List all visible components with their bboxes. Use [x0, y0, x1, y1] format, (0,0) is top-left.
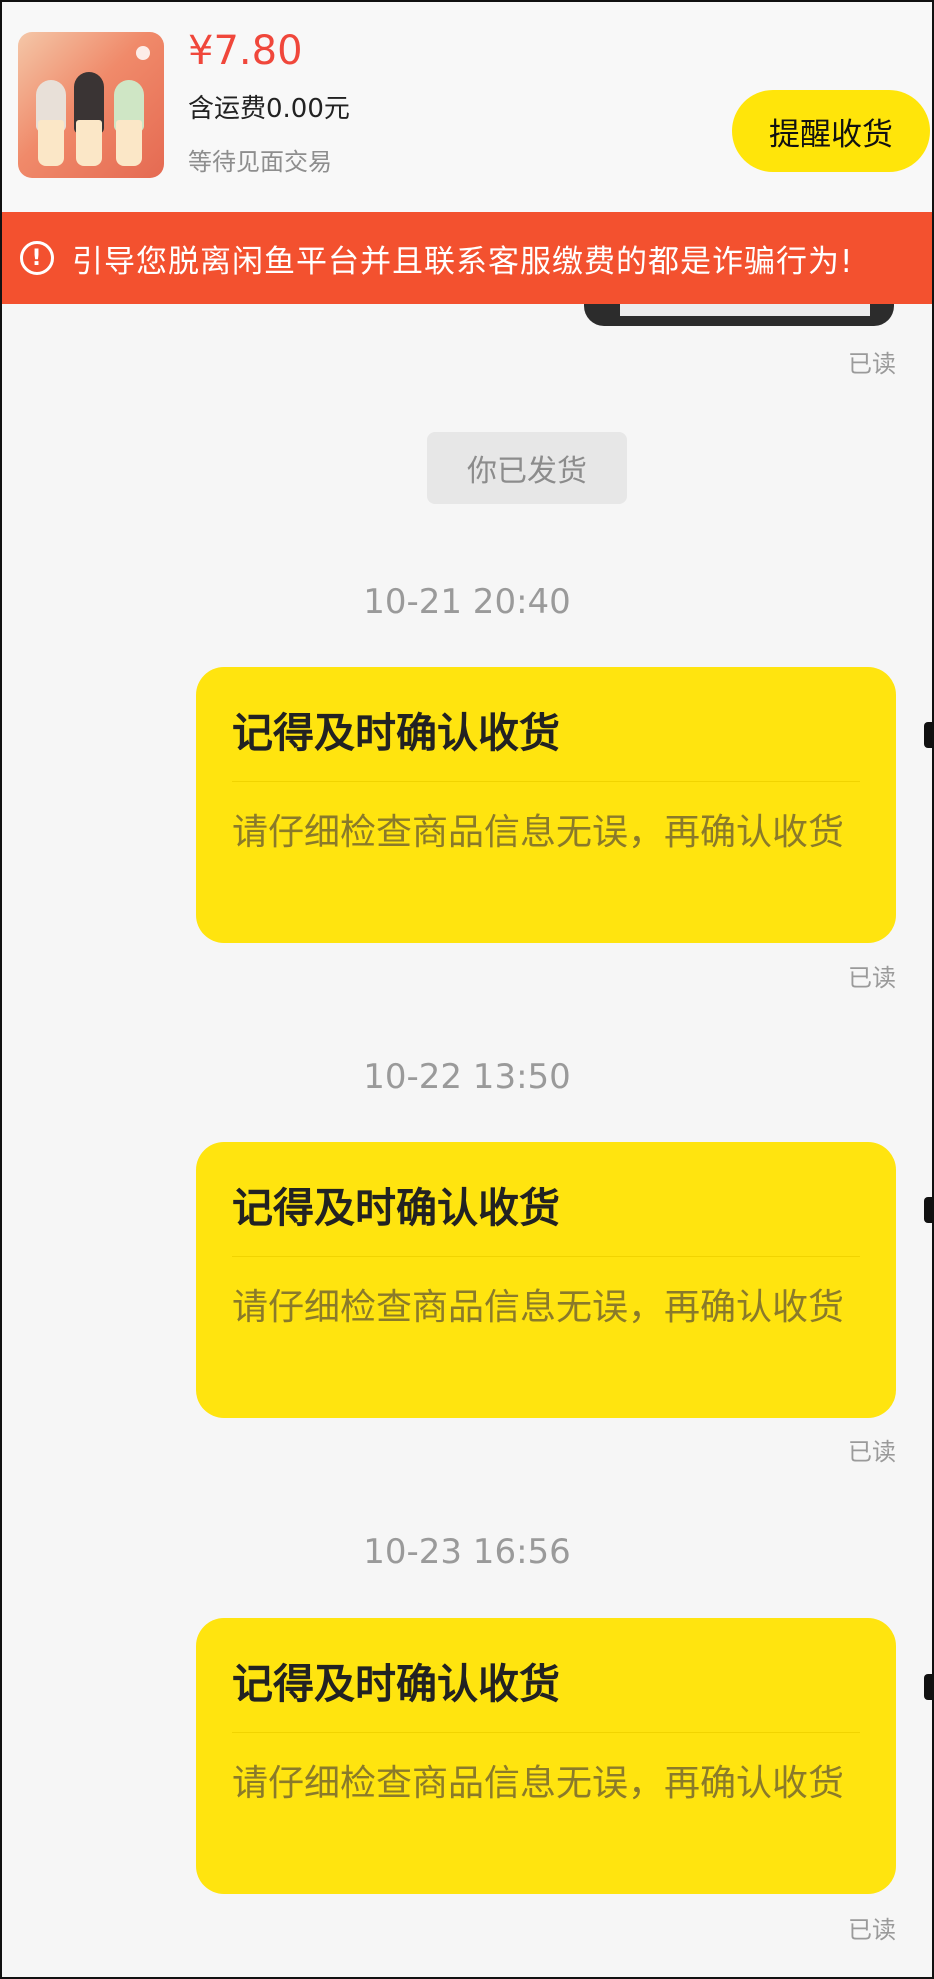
- shipping-fee: 含运费0.00元: [188, 94, 350, 124]
- avatar-edge: [924, 722, 932, 748]
- message-timestamp: 10-23 16:56: [363, 1532, 571, 1572]
- warning-text: 引导您脱离闲鱼平台并且联系客服缴费的都是诈骗行为!: [72, 243, 854, 280]
- message-timestamp: 10-22 13:50: [363, 1057, 571, 1097]
- order-card[interactable]: ¥7.80 含运费0.00元 等待见面交易 提醒收货: [2, 2, 932, 212]
- message-timestamp: 10-21 20:40: [363, 582, 571, 622]
- previous-image-message[interactable]: [584, 304, 894, 326]
- exclamation-circle-icon: !: [20, 241, 54, 275]
- bubble-body: 请仔细检查商品信息无误，再确认收货: [232, 812, 845, 853]
- divider: [232, 781, 860, 782]
- divider: [232, 1256, 860, 1257]
- avatar-edge: [924, 1674, 932, 1700]
- bubble-body: 请仔细检查商品信息无误，再确认收货: [232, 1763, 845, 1804]
- read-receipt: 已读: [848, 964, 896, 992]
- bubble-title: 记得及时确认收货: [232, 1660, 560, 1708]
- chat-screen: ¥7.80 含运费0.00元 等待见面交易 提醒收货 ! 引导您脱离闲鱼平台并且…: [0, 0, 934, 1979]
- avatar-edge: [924, 1197, 932, 1223]
- remind-receipt-button[interactable]: 提醒收货: [732, 90, 930, 172]
- system-message: 你已发货: [427, 432, 627, 504]
- read-receipt: 已读: [848, 1916, 896, 1944]
- divider: [232, 1732, 860, 1733]
- product-thumbnail[interactable]: [18, 32, 164, 178]
- bubble-title: 记得及时确认收货: [232, 1184, 560, 1232]
- price: ¥7.80: [188, 28, 303, 74]
- message-bubble[interactable]: 记得及时确认收货 请仔细检查商品信息无误，再确认收货: [196, 1142, 896, 1418]
- bubble-body: 请仔细检查商品信息无误，再确认收货: [232, 1287, 845, 1328]
- read-receipt: 已读: [848, 350, 896, 378]
- fraud-warning-banner: ! 引导您脱离闲鱼平台并且联系客服缴费的都是诈骗行为!: [2, 212, 932, 304]
- bubble-title: 记得及时确认收货: [232, 709, 560, 757]
- message-bubble[interactable]: 记得及时确认收货 请仔细检查商品信息无误，再确认收货: [196, 1618, 896, 1894]
- order-status: 等待见面交易: [188, 148, 332, 176]
- read-receipt: 已读: [848, 1438, 896, 1466]
- message-bubble[interactable]: 记得及时确认收货 请仔细检查商品信息无误，再确认收货: [196, 667, 896, 943]
